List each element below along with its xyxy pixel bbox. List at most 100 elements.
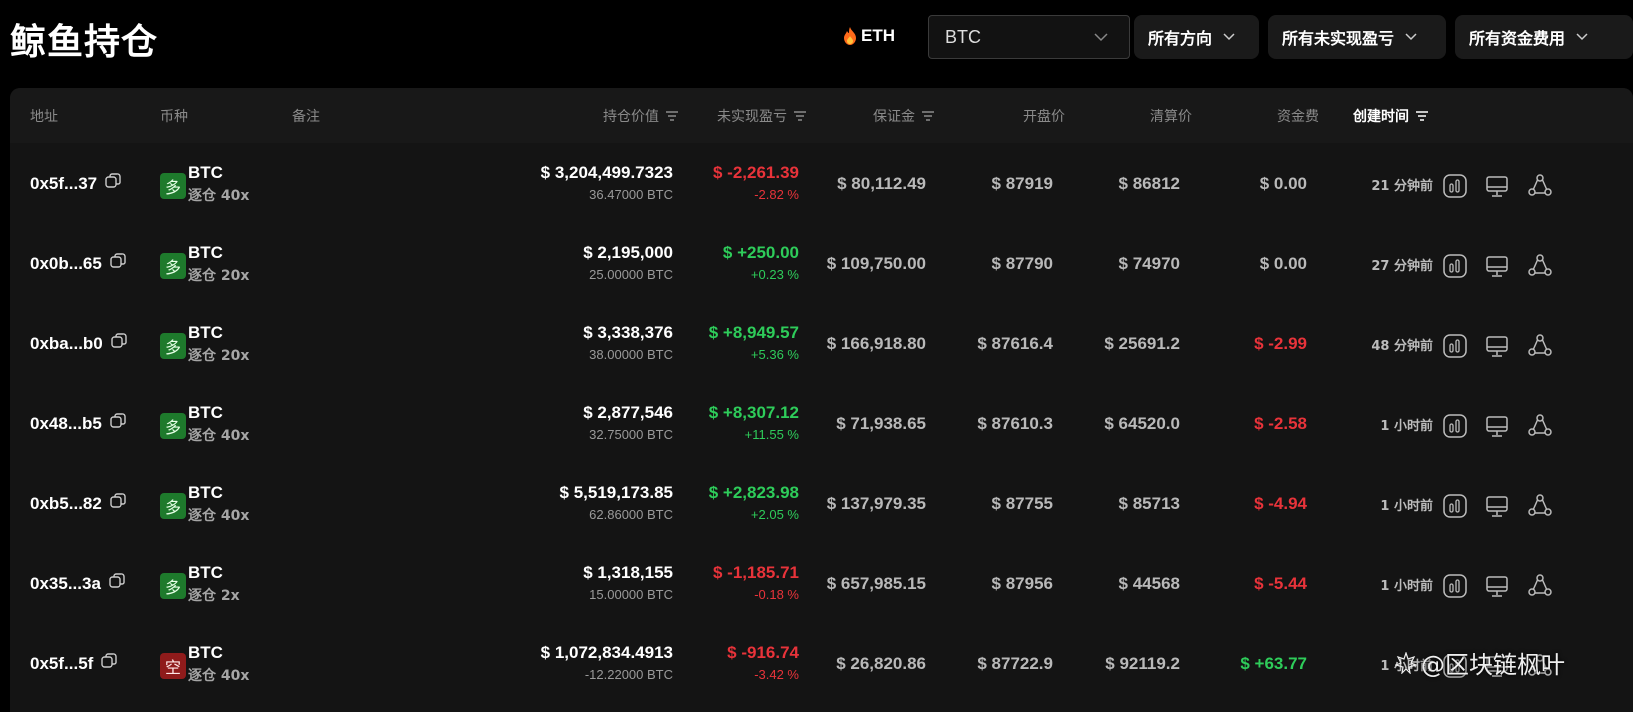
monitor-icon[interactable] [1484,333,1510,359]
unrealized-pnl-pct: -2.82 % [754,187,799,202]
margin-mode: 逐仓 40x [188,668,250,684]
chevron-down-icon [1223,33,1235,41]
copy-icon[interactable] [105,173,121,194]
positions-table: 地址 币种 备注 持仓价值 未实现盈亏 保证金 开盘价 清算价 资金费 创建时间… [10,88,1633,712]
position-value: $ 2,195,000 [583,243,673,262]
share-icon[interactable] [1527,333,1553,359]
margin: $ 80,112.49 [837,174,926,193]
funding-filter[interactable]: 所有资金费用 [1455,15,1633,59]
chevron-down-icon [1576,33,1588,41]
position-size: 32.75000 BTC [589,427,673,442]
address[interactable]: 0x5f...37 [30,173,121,194]
copy-icon[interactable] [109,573,125,594]
coin-name: BTC [188,643,223,662]
pnl-filter-label: 所有未实现盈亏 [1282,29,1395,48]
copy-icon[interactable] [110,253,126,274]
side-badge: 多 [160,413,186,439]
address-text: 0xb5...82 [30,493,102,513]
copy-icon[interactable] [110,493,126,514]
side-badge: 多 [160,173,186,199]
unrealized-pnl-pct: -0.18 % [754,587,799,602]
margin-mode: 逐仓 20x [188,348,250,364]
table-row[interactable]: 0x48...b5 多 BTC 逐仓 40x $ 2,877,546 32.75… [10,383,1633,467]
monitor-icon[interactable] [1484,413,1510,439]
share-icon[interactable] [1527,253,1553,279]
share-icon[interactable] [1527,493,1553,519]
entry-price: $ 87616.4 [977,334,1053,353]
address-text: 0x35...3a [30,573,101,593]
margin: $ 166,918.80 [826,334,926,353]
position-value: $ 2,877,546 [583,403,673,422]
address[interactable]: 0x0b...65 [30,253,126,274]
col-entry-price: 开盘价 [1023,109,1065,125]
position-value: $ 3,204,499.7323 [540,163,673,182]
copy-icon[interactable] [110,413,126,434]
entry-price: $ 87610.3 [977,414,1053,433]
monitor-icon[interactable] [1484,493,1510,519]
col-funding: 资金费 [1277,109,1319,125]
liq-price: $ 25691.2 [1104,334,1180,353]
position-value: $ 1,318,155 [583,563,673,582]
address-text: 0xba...b0 [30,333,103,353]
table-row[interactable]: 0x0b...65 多 BTC 逐仓 20x $ 2,195,000 25.00… [10,223,1633,307]
liq-price: $ 44568 [1118,574,1180,593]
col-position-value[interactable]: 持仓价值 [603,106,679,126]
funding-fee: $ +63.77 [1240,654,1307,673]
address[interactable]: 0x48...b5 [30,413,126,434]
table-row[interactable]: 0xb5...82 多 BTC 逐仓 40x $ 5,519,173.85 62… [10,463,1633,547]
monitor-icon[interactable] [1484,573,1510,599]
share-icon[interactable] [1527,413,1553,439]
chart-icon[interactable] [1442,413,1468,439]
unrealized-pnl: $ +2,823.98 [708,483,799,502]
share-icon[interactable] [1527,173,1553,199]
chart-icon[interactable] [1442,253,1468,279]
col-created-label: 创建时间 [1353,109,1409,125]
col-margin-label: 保证金 [873,109,915,125]
side-badge: 多 [160,493,186,519]
watermark: @区块链枫叶 [1395,645,1565,680]
created-time: 27 分钟前 [1371,259,1433,274]
unrealized-pnl: $ +8,307.12 [708,403,799,422]
direction-filter-label: 所有方向 [1148,29,1213,48]
col-unrealized-pnl[interactable]: 未实现盈亏 [717,106,807,126]
coin-name: BTC [188,163,223,182]
address[interactable]: 0x35...3a [30,573,125,594]
chart-icon[interactable] [1442,573,1468,599]
copy-icon[interactable] [111,333,127,354]
chart-icon[interactable] [1442,493,1468,519]
liq-price: $ 86812 [1118,174,1180,193]
col-position-value-label: 持仓价值 [603,109,659,125]
col-margin[interactable]: 保证金 [873,106,935,126]
col-liq-price: 清算价 [1150,109,1192,125]
col-created[interactable]: 创建时间 [1353,106,1429,126]
margin-mode: 逐仓 40x [188,508,250,524]
margin: $ 26,820.86 [836,654,926,673]
created-time: 1 小时前 [1380,419,1433,434]
sort-icon [794,111,806,121]
coin-name: BTC [188,243,223,262]
chart-icon[interactable] [1442,333,1468,359]
eth-link[interactable]: ETH [843,26,895,46]
address[interactable]: 0xb5...82 [30,493,126,514]
copy-icon[interactable] [101,653,118,674]
monitor-icon[interactable] [1484,253,1510,279]
side-badge: 多 [160,333,186,359]
table-row[interactable]: 0xba...b0 多 BTC 逐仓 20x $ 3,338,376 38.00… [10,303,1633,387]
coin-select[interactable]: BTC [928,15,1130,59]
address[interactable]: 0x5f...5f [30,653,118,674]
table-row[interactable]: 0x5f...5f 空 BTC 逐仓 40x $ 1,072,834.4913 … [10,623,1633,707]
table-row[interactable]: 0x5f...37 多 BTC 逐仓 40x $ 3,204,499.7323 … [10,143,1633,227]
monitor-icon[interactable] [1484,173,1510,199]
position-value: $ 5,519,173.85 [559,483,673,502]
address[interactable]: 0xba...b0 [30,333,127,354]
direction-filter[interactable]: 所有方向 [1134,15,1259,59]
position-size: 38.00000 BTC [589,347,673,362]
liq-price: $ 85713 [1118,494,1180,513]
funding-fee: $ 0.00 [1259,254,1307,273]
funding-fee: $ -5.44 [1254,574,1307,593]
chart-icon[interactable] [1442,173,1468,199]
table-row[interactable]: 0x35...3a 多 BTC 逐仓 2x $ 1,318,155 15.000… [10,543,1633,627]
pnl-filter[interactable]: 所有未实现盈亏 [1268,15,1446,59]
share-icon[interactable] [1527,573,1553,599]
liq-price: $ 64520.0 [1104,414,1180,433]
